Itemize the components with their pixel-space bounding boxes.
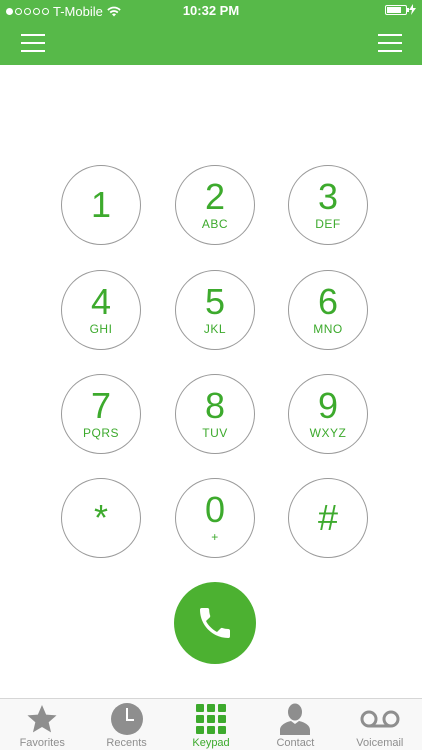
key-8[interactable]: 8 TUV	[175, 374, 255, 454]
key-digit: *	[93, 497, 108, 538]
key-letters: DEF	[315, 217, 341, 231]
key-9[interactable]: 9 WXYZ	[288, 374, 368, 454]
key-0[interactable]: 0 +	[175, 478, 255, 558]
tab-favorites-label: Favorites	[19, 737, 65, 749]
key-letters: PQRS	[82, 426, 119, 440]
key-star[interactable]: *	[61, 478, 141, 558]
tab-voicemail[interactable]: Voicemail	[338, 699, 422, 750]
key-3[interactable]: 3 DEF	[288, 165, 368, 245]
key-6[interactable]: 6 MNO	[288, 270, 368, 350]
phone-icon	[200, 608, 230, 638]
key-digit: 0	[204, 489, 226, 530]
key-letters: TUV	[202, 426, 228, 440]
key-letters: JKL	[203, 322, 227, 336]
key-1[interactable]: 1	[61, 165, 141, 245]
key-digit: 5	[204, 281, 226, 322]
tab-contact-label: Contact	[276, 737, 315, 749]
tab-contact[interactable]: Contact	[253, 699, 337, 750]
key-digit: 6	[317, 281, 339, 322]
tab-recents[interactable]: Recents	[84, 699, 168, 750]
key-digit: 2	[204, 176, 226, 217]
key-hash[interactable]: #	[288, 478, 368, 558]
key-5[interactable]: 5 JKL	[175, 270, 255, 350]
clock-icon	[110, 703, 143, 735]
key-letters: ABC	[201, 217, 229, 231]
key-digit: 9	[317, 385, 339, 426]
person-icon	[280, 703, 311, 735]
key-digit: 4	[90, 281, 112, 322]
key-letters: WXYZ	[309, 426, 347, 440]
key-letters: GHI	[89, 322, 113, 336]
key-digit: 8	[204, 385, 226, 426]
tab-keypad-label: Keypad	[192, 737, 230, 749]
voicemail-icon	[360, 710, 400, 728]
key-7[interactable]: 7 PQRS	[61, 374, 141, 454]
tab-keypad[interactable]: Keypad	[169, 699, 253, 750]
key-digit: #	[317, 497, 339, 538]
key-2[interactable]: 2 ABC	[175, 165, 255, 245]
call-button[interactable]	[174, 582, 256, 664]
star-icon	[27, 705, 57, 733]
key-digit: 1	[90, 184, 112, 225]
tab-recents-label: Recents	[106, 737, 147, 749]
keypad-grid-icon	[196, 704, 227, 734]
tab-favorites[interactable]: Favorites	[0, 699, 84, 750]
key-4[interactable]: 4 GHI	[61, 270, 141, 350]
key-digit: 3	[317, 176, 339, 217]
tab-voicemail-label: Voicemail	[356, 737, 404, 749]
tab-bar: Favorites Recents Keypad Contact Voicema…	[0, 698, 422, 750]
key-letters: +	[211, 530, 219, 544]
key-letters: MNO	[313, 322, 343, 336]
key-digit: 7	[90, 385, 112, 426]
